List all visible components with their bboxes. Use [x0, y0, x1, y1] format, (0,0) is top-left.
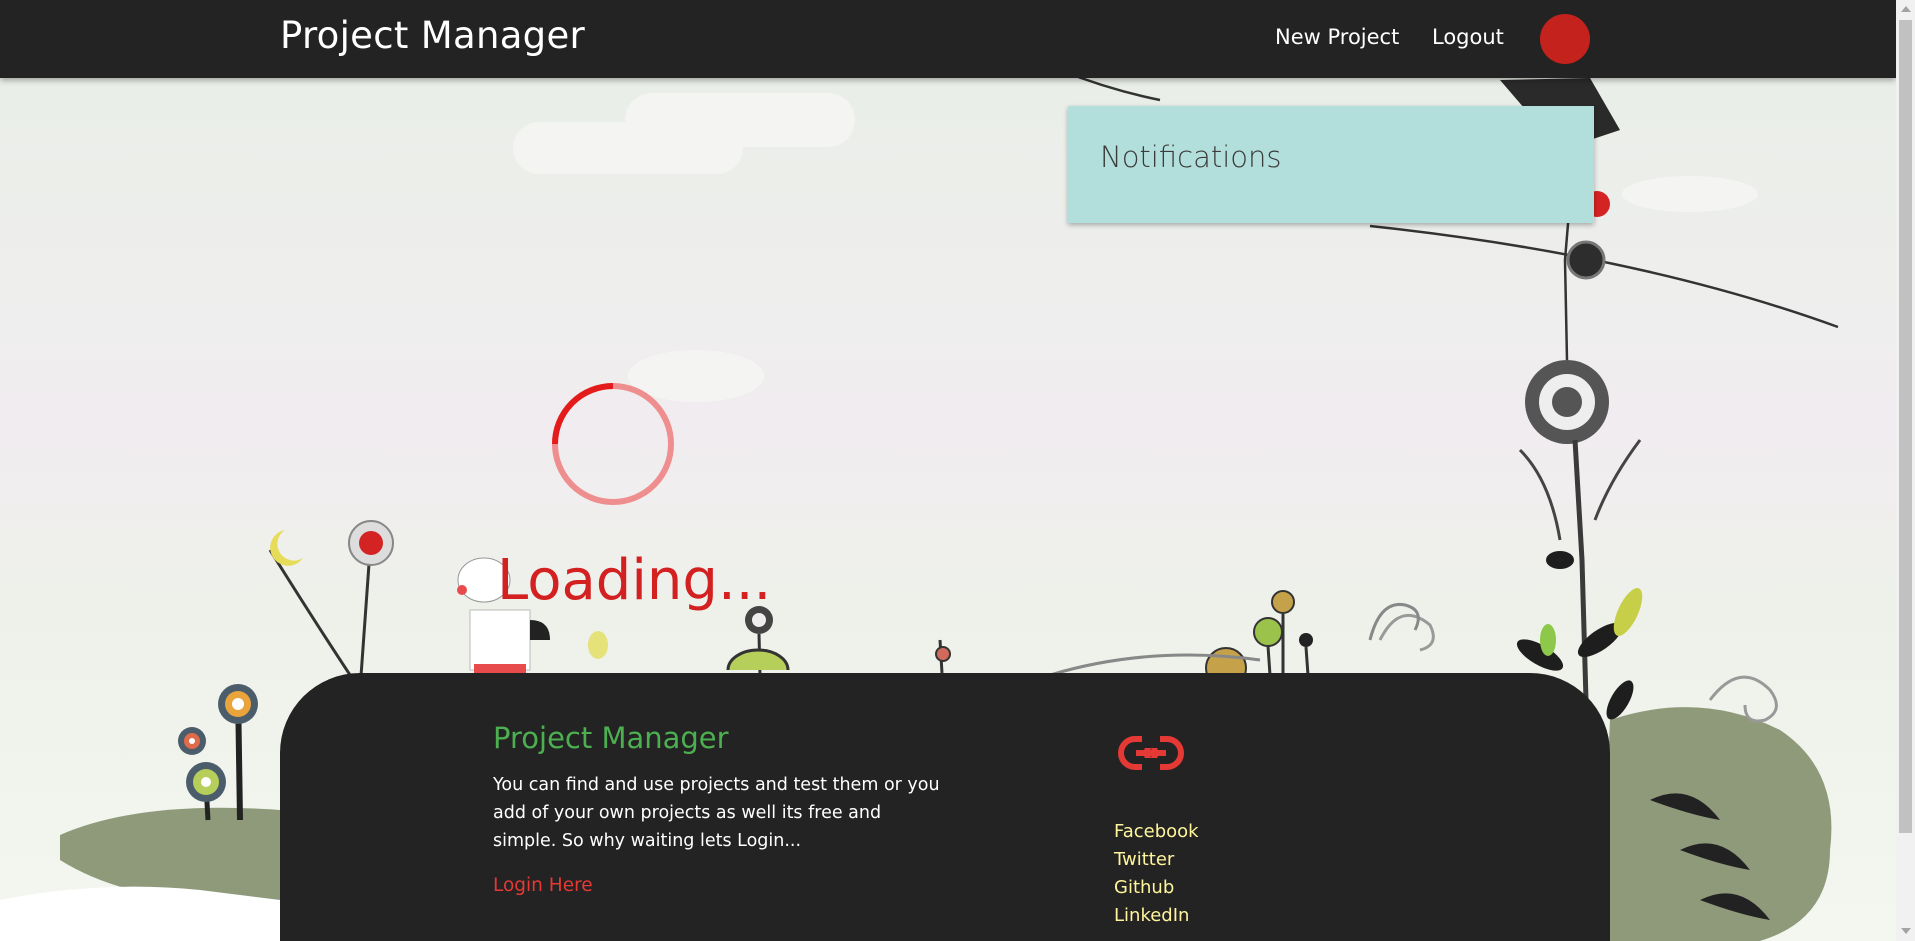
- user-avatar[interactable]: [1540, 14, 1590, 64]
- notifications-panel: Notifications: [1068, 106, 1594, 223]
- vertical-scrollbar[interactable]: [1896, 0, 1915, 941]
- loading-spinner-icon: [552, 383, 674, 505]
- footer-title: Project Manager: [493, 721, 729, 755]
- loading-text: Loading...: [497, 548, 772, 613]
- new-project-link[interactable]: New Project: [1275, 25, 1399, 49]
- facebook-link[interactable]: Facebook: [1114, 818, 1199, 846]
- github-link[interactable]: Github: [1114, 874, 1199, 902]
- linkedin-link[interactable]: LinkedIn: [1114, 902, 1199, 930]
- notifications-title: Notifications: [1100, 140, 1282, 174]
- footer-social-links: Facebook Twitter Github LinkedIn: [1114, 818, 1199, 930]
- twitter-link[interactable]: Twitter: [1114, 846, 1199, 874]
- logout-link[interactable]: Logout: [1432, 25, 1504, 49]
- scroll-up-arrow-icon[interactable]: [1901, 6, 1911, 12]
- login-here-link[interactable]: Login Here: [493, 875, 593, 896]
- link-icon: [1118, 735, 1184, 771]
- footer: Project Manager You can find and use pro…: [280, 673, 1610, 941]
- scroll-down-arrow-icon[interactable]: [1901, 928, 1911, 934]
- footer-description: You can find and use projects and test t…: [493, 775, 940, 851]
- scrollbar-thumb[interactable]: [1899, 20, 1912, 833]
- top-navbar: Project Manager New Project Logout: [0, 0, 1896, 78]
- brand-title[interactable]: Project Manager: [280, 14, 585, 57]
